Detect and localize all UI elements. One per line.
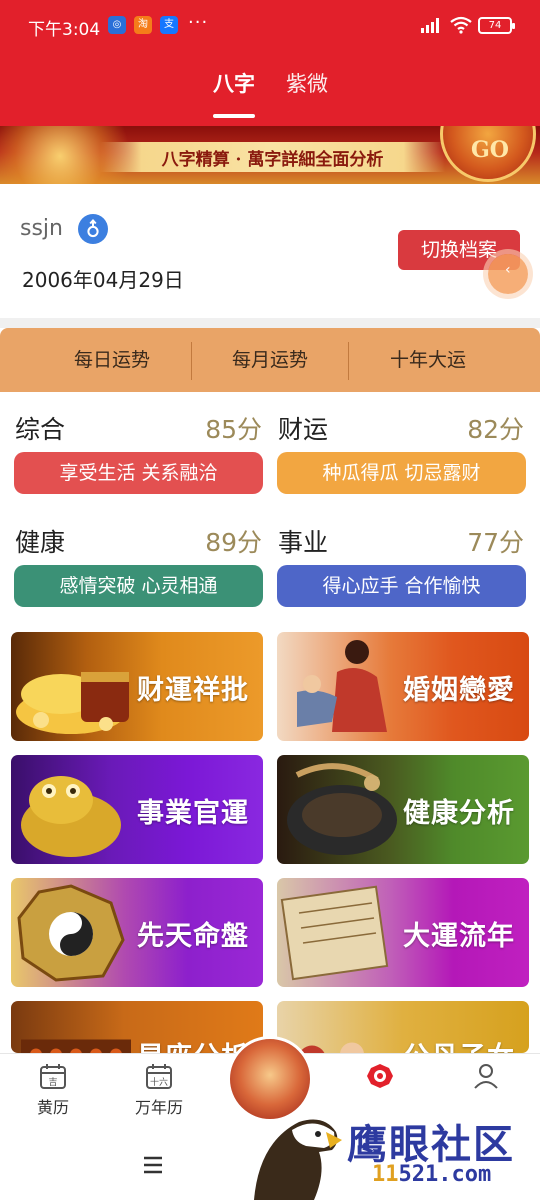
score-value-career: 77分 — [467, 528, 524, 557]
signal-icon — [421, 18, 439, 33]
card-natal-chart-title: 先天命盤 — [137, 921, 249, 952]
svg-text:十六: 十六 — [150, 1076, 168, 1088]
nav-perpetual-calendar[interactable]: 十六 万年历 — [119, 1062, 199, 1118]
abacus-icon — [21, 1039, 131, 1053]
tagline-health[interactable]: 感情突破 心灵相通 — [14, 565, 263, 607]
couple-illustration-icon — [297, 640, 387, 732]
card-career-title: 事業官運 — [137, 798, 249, 829]
alipay-icon: 支 — [160, 16, 178, 34]
gold-treasure-icon — [16, 672, 129, 734]
card-zodiac-title: 星座分析 — [137, 1035, 249, 1053]
nav-bagua[interactable] — [340, 1062, 420, 1090]
card-annual-luck[interactable]: 大運流年 — [277, 878, 529, 987]
more-notifications-icon: ··· — [188, 12, 209, 33]
section-divider — [0, 318, 540, 328]
status-bar: 下午3:04 ◎ 淘 支 ··· 74 — [0, 0, 540, 50]
score-value-health: 89分 — [205, 528, 262, 557]
menu-icon[interactable] — [143, 1156, 163, 1174]
watermark-url-part2: 521.com — [398, 1162, 492, 1187]
card-wealth[interactable]: 财運祥批 — [11, 632, 263, 741]
score-label-overall: 综合 — [15, 415, 66, 444]
card-natal-chart[interactable]: 先天命盤 — [11, 878, 263, 987]
card-children-title: 公丹子女 — [403, 1035, 515, 1053]
tab-ziwei[interactable]: 紫微 — [286, 68, 328, 98]
nav-almanac[interactable]: 吉 黄历 — [13, 1062, 93, 1118]
score-label-career: 事业 — [278, 528, 329, 557]
score-label-health: 健康 — [15, 528, 66, 557]
promo-banner[interactable]: 八字精算 · 萬字詳細全面分析 GO — [0, 126, 540, 184]
card-children[interactable]: 公丹子女 — [277, 1001, 529, 1053]
status-time: 下午3:04 — [28, 20, 101, 40]
tagline-overall[interactable]: 享受生活 关系融洽 — [14, 452, 263, 494]
card-health-title: 健康分析 — [403, 798, 515, 829]
herbal-medicine-icon — [287, 763, 397, 855]
tab-daily-fortune[interactable]: 每日运势 — [32, 328, 192, 392]
top-tabs: 八字 紫微 — [0, 62, 540, 122]
eagle-logo-icon — [254, 1119, 342, 1200]
birth-date: 2006年04月29日 — [22, 268, 184, 292]
score-value-overall: 85分 — [205, 415, 262, 444]
battery-icon: 74 — [478, 16, 515, 34]
card-health[interactable]: 健康分析 — [277, 755, 529, 864]
user-icon — [474, 1064, 498, 1089]
bagua-icon — [367, 1064, 393, 1088]
score-label-wealth: 财运 — [278, 415, 329, 444]
card-career[interactable]: 事業官運 — [11, 755, 263, 864]
profile-name: ssjn — [20, 216, 63, 241]
chevron-left-icon: ‹ — [505, 262, 511, 278]
app-icon: ◎ — [108, 16, 126, 34]
svg-text:吉: 吉 — [48, 1077, 57, 1088]
bagua-chart-icon — [17, 884, 125, 982]
calendar-month-icon: 十六 — [146, 1064, 172, 1089]
banner-go-button[interactable]: GO — [440, 126, 536, 182]
tab-bazi[interactable]: 八字 — [213, 68, 255, 98]
banner-go-label: GO — [471, 137, 509, 163]
profile-card: ssjn 2006年04月29日 切换档案 ‹ — [0, 184, 540, 318]
banner-text: 八字精算 · 萬字詳細全面分析 — [161, 150, 384, 170]
tagline-career[interactable]: 得心应手 合作愉快 — [277, 565, 526, 607]
tab-monthly-fortune[interactable]: 每月运势 — [192, 328, 348, 392]
nav-almanac-label: 黄历 — [36, 1098, 69, 1117]
score-value-wealth: 82分 — [467, 415, 524, 444]
fortune-tabs: 每日运势 每月运势 十年大运 — [0, 328, 540, 392]
card-zodiac[interactable]: 星座分析 — [11, 1001, 263, 1053]
ancient-scroll-icon — [280, 885, 389, 981]
nav-perpetual-calendar-label: 万年历 — [134, 1098, 183, 1117]
floating-assist-button[interactable]: ‹ — [488, 254, 528, 294]
active-tab-indicator — [213, 114, 255, 118]
calendar-icon: 吉 — [40, 1064, 66, 1089]
status-right: 74 — [420, 14, 515, 36]
taobao-icon: 淘 — [134, 16, 152, 34]
card-annual-luck-title: 大運流年 — [403, 921, 515, 952]
card-marriage-title: 婚姻戀愛 — [403, 675, 515, 706]
tab-decade-fortune[interactable]: 十年大运 — [348, 328, 508, 392]
watermark-url-part1: 11 — [372, 1162, 399, 1187]
watermark-url: 11521.com — [372, 1162, 491, 1187]
wifi-icon — [450, 16, 472, 34]
app-header: 下午3:04 ◎ 淘 支 ··· 74 八字 紫微 — [0, 0, 540, 126]
golden-toad-icon — [21, 776, 121, 857]
card-wealth-title: 财運祥批 — [137, 675, 249, 706]
tagline-wealth[interactable]: 种瓜得瓜 切忌露财 — [277, 452, 526, 494]
nav-profile[interactable] — [446, 1062, 526, 1090]
male-icon — [78, 214, 108, 244]
card-marriage[interactable]: 婚姻戀愛 — [277, 632, 529, 741]
